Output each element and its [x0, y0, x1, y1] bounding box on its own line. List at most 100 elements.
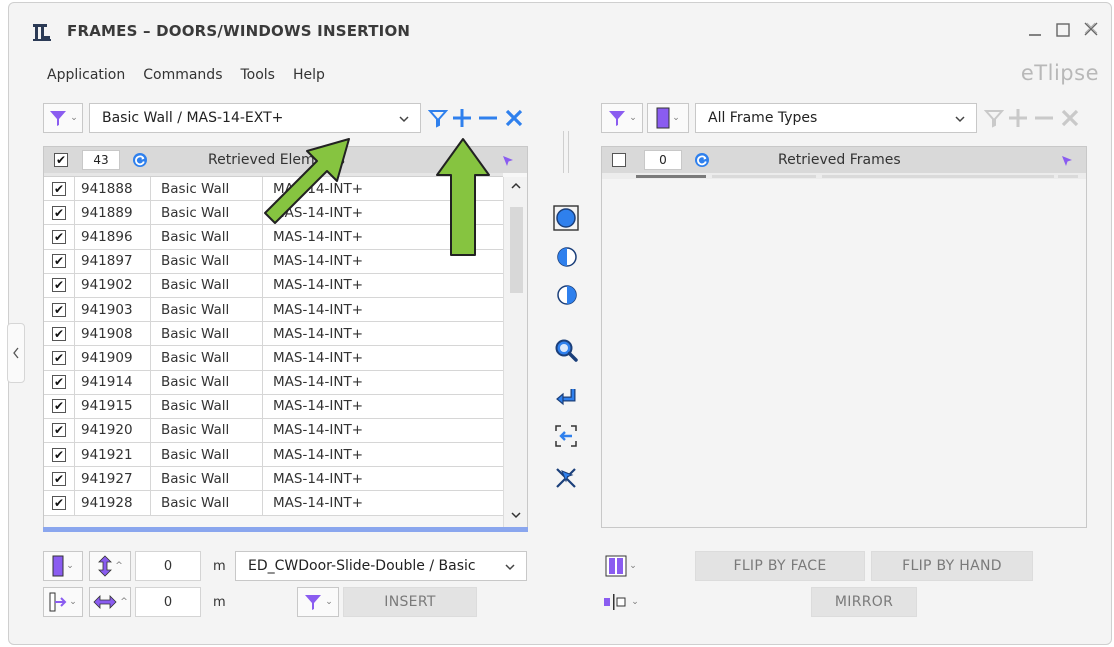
collapse-side-panel-button[interactable] — [7, 323, 25, 383]
select-left-half-button[interactable] — [555, 245, 579, 269]
wall-insert-icon — [49, 592, 67, 612]
add-frame-filter-button[interactable] — [1007, 107, 1029, 129]
door-icon — [52, 555, 64, 577]
panel-splitter[interactable] — [563, 131, 569, 173]
table-row[interactable]: ✔ 941908 Basic Wall MAS-14-INT+ — [44, 322, 503, 347]
chevron-down-icon[interactable] — [510, 510, 522, 520]
chevron-down-icon: ⌄ — [631, 597, 639, 607]
element-filter-combo[interactable]: Basic Wall / MAS-14-EXT+ — [89, 103, 421, 133]
vertical-offset-input[interactable]: 0 — [135, 551, 201, 581]
family-category-dropdown[interactable]: ⌄ — [43, 551, 83, 581]
row-checkbox[interactable]: ✔ — [52, 181, 66, 196]
host-side-dropdown[interactable]: ⌄ — [43, 587, 83, 617]
apply-filter-button[interactable] — [427, 107, 449, 129]
menu-help[interactable]: Help — [293, 67, 325, 83]
row-checkbox[interactable]: ✔ — [52, 423, 66, 438]
refresh-icon[interactable] — [132, 152, 148, 168]
chevron-down-icon: ⌄ — [629, 113, 637, 123]
table-row[interactable]: ✔ 941927 Basic Wall MAS-14-INT+ — [44, 467, 503, 492]
frame-filter-mode-dropdown[interactable]: ⌄ — [601, 103, 643, 133]
clear-x-icon — [1061, 109, 1079, 127]
vertical-offset-mode-button[interactable]: ^ — [89, 551, 131, 581]
elements-scrollbar[interactable] — [503, 177, 527, 527]
row-checkbox[interactable]: ✔ — [52, 302, 66, 317]
insert-button[interactable]: INSERT — [343, 587, 477, 617]
row-checkbox[interactable]: ✔ — [52, 447, 66, 462]
enter-arrow-icon — [556, 389, 576, 406]
filter-icon — [428, 110, 448, 128]
table-row[interactable]: ✔ 941903 Basic Wall MAS-14-INT+ — [44, 297, 503, 323]
select-right-half-button[interactable] — [555, 283, 579, 307]
row-family: Basic Wall — [150, 177, 262, 201]
window-title: FRAMES – DOORS/WINDOWS INSERTION — [67, 22, 411, 40]
table-row[interactable]: ✔ 941920 Basic Wall MAS-14-INT+ — [44, 418, 503, 444]
row-id: 941889 — [74, 201, 150, 225]
clear-filter-button[interactable] — [503, 107, 525, 129]
insert-filter-dropdown[interactable]: ⌄ — [297, 587, 339, 617]
select-all-frames-checkbox[interactable] — [612, 153, 626, 167]
row-checkbox[interactable]: ✔ — [52, 205, 66, 220]
chevron-left-icon — [13, 347, 19, 359]
frame-layout-dropdown[interactable]: ⌄ — [601, 551, 641, 581]
row-checkbox[interactable]: ✔ — [52, 278, 66, 293]
flip-by-hand-button[interactable]: FLIP BY HAND — [871, 551, 1033, 581]
menu-bar: Application Commands Tools Help — [47, 67, 325, 83]
menu-application[interactable]: Application — [47, 67, 125, 83]
minimize-button[interactable] — [1021, 17, 1049, 45]
frame-type-value: All Frame Types — [708, 110, 818, 126]
remove-filter-button[interactable] — [477, 107, 499, 129]
row-checkbox[interactable]: ✔ — [52, 375, 66, 390]
filter-icon — [305, 595, 322, 610]
frame-category-dropdown[interactable]: ⌄ — [647, 103, 689, 133]
clear-selection-button[interactable] — [553, 465, 579, 491]
cursor-icon[interactable] — [1060, 154, 1074, 168]
row-checkbox[interactable]: ✔ — [52, 254, 66, 269]
horizontal-offset-input[interactable]: 0 — [135, 587, 201, 617]
close-button[interactable] — [1077, 17, 1105, 45]
filter-icon — [609, 111, 626, 126]
row-checkbox[interactable]: ✔ — [52, 229, 66, 244]
row-checkbox[interactable]: ✔ — [52, 399, 66, 414]
family-type-combo[interactable]: ED_CWDoor-Slide-Double / Basic — [235, 551, 527, 581]
row-checkbox[interactable]: ✔ — [52, 326, 66, 341]
table-row[interactable]: ✔ 941921 Basic Wall MAS-14-INT+ — [44, 443, 503, 468]
frame-type-combo[interactable]: All Frame Types — [695, 103, 977, 133]
apply-frame-filter-button[interactable] — [983, 107, 1005, 129]
add-filter-button[interactable] — [451, 107, 473, 129]
zoom-button[interactable] — [553, 337, 579, 363]
filter-mode-dropdown[interactable]: ⌄ — [43, 103, 83, 133]
row-family: Basic Wall — [150, 346, 262, 370]
move-to-selection-button[interactable] — [553, 423, 579, 449]
table-row[interactable]: ✔ 941915 Basic Wall MAS-14-INT+ — [44, 394, 503, 419]
row-family: Basic Wall — [150, 273, 262, 297]
select-all-button[interactable] — [553, 205, 579, 231]
menu-tools[interactable]: Tools — [240, 67, 275, 83]
chevron-up-icon[interactable] — [510, 181, 522, 191]
chevron-down-icon: ⌄ — [672, 113, 680, 123]
table-row[interactable]: ✔ 941914 Basic Wall MAS-14-INT+ — [44, 370, 503, 395]
refresh-icon[interactable] — [694, 152, 710, 168]
scrollbar-thumb[interactable] — [510, 207, 523, 293]
flip-by-face-button[interactable]: FLIP BY FACE — [695, 551, 865, 581]
filter-icon — [50, 111, 67, 126]
row-checkbox[interactable]: ✔ — [52, 496, 66, 511]
maximize-button[interactable] — [1049, 17, 1077, 45]
return-button[interactable] — [553, 385, 579, 411]
row-family: Basic Wall — [150, 491, 262, 515]
clear-frame-filter-button[interactable] — [1059, 107, 1081, 129]
remove-frame-filter-button[interactable] — [1033, 107, 1055, 129]
menu-commands[interactable]: Commands — [143, 67, 222, 83]
half-circle-right-icon — [557, 285, 577, 305]
horizontal-offset-mode-button[interactable]: ^ — [89, 587, 131, 617]
frame-alignment-dropdown[interactable]: ⌄ — [601, 587, 641, 617]
table-row[interactable]: ✔ 941909 Basic Wall MAS-14-INT+ — [44, 346, 503, 371]
row-id: 941928 — [74, 491, 150, 515]
table-row[interactable]: ✔ 941928 Basic Wall MAS-14-INT+ — [44, 491, 503, 516]
mirror-button[interactable]: MIRROR — [811, 587, 917, 617]
row-checkbox[interactable]: ✔ — [52, 350, 66, 365]
row-checkbox[interactable]: ✔ — [52, 471, 66, 486]
cursor-icon[interactable] — [501, 154, 515, 168]
row-family: Basic Wall — [150, 418, 262, 443]
select-all-checkbox[interactable]: ✔ — [54, 153, 68, 167]
table-row[interactable]: ✔ 941902 Basic Wall MAS-14-INT+ — [44, 273, 503, 298]
